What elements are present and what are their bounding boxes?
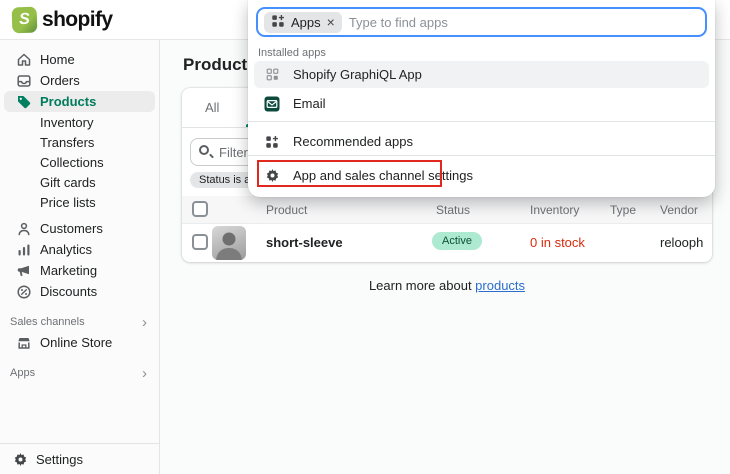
sidebar-item-online-store[interactable]: Online Store [4, 332, 155, 353]
product-thumbnail [212, 226, 246, 260]
sidebar-item-orders[interactable]: Orders [4, 70, 155, 91]
divider [248, 121, 715, 122]
apps-filter-pill[interactable]: Apps × [264, 11, 342, 33]
settings-gear-icon [12, 451, 28, 467]
online-store-icon [16, 335, 32, 351]
products-tag-icon [16, 94, 32, 110]
shopify-logo[interactable]: S shopify [11, 6, 113, 34]
gear-icon [264, 168, 280, 184]
vendor-cell: relooph [660, 235, 704, 250]
app-result-email[interactable]: Email [254, 90, 709, 117]
apps-grid-icon [264, 134, 280, 150]
email-icon [264, 96, 280, 112]
column-inventory: Inventory [530, 203, 580, 217]
marketing-icon [16, 263, 32, 279]
sidebar-item-gift-cards[interactable]: Gift cards [4, 172, 155, 192]
app-result-shopify-graphiql[interactable]: Shopify GraphiQL App [254, 61, 709, 88]
sidebar-item-marketing[interactable]: Marketing [4, 260, 155, 281]
footer-help-text: Learn more about products [368, 278, 526, 293]
row-checkbox[interactable] [192, 234, 208, 250]
sidebar-item-collections[interactable]: Collections [4, 152, 155, 172]
app-and-sales-channel-settings-item[interactable]: App and sales channel settings [254, 162, 709, 189]
customers-icon [16, 221, 32, 237]
sidebar-item-home[interactable]: Home [4, 49, 155, 70]
app-search-input[interactable] [348, 14, 699, 30]
sidebar-item-products[interactable]: Products [4, 91, 155, 112]
sidebar-item-price-lists[interactable]: Price lists [4, 192, 155, 212]
status-badge: Active [432, 232, 482, 250]
column-vendor: Vendor [660, 203, 699, 217]
shopify-bag-icon: S [11, 6, 38, 34]
orders-icon [16, 73, 32, 89]
shopify-wordmark: shopify [42, 8, 113, 31]
apps-section-header[interactable]: Apps › [0, 363, 159, 383]
search-popover: Apps × Installed apps Shopify GraphiQL A… [248, 0, 715, 197]
chevron-right-icon: › [142, 364, 147, 382]
column-product: Product [266, 203, 308, 217]
column-status: Status [436, 203, 471, 217]
sidebar-item-settings[interactable]: Settings [0, 443, 159, 474]
sidebar-item-inventory[interactable]: Inventory [4, 112, 155, 132]
sidebar-item-transfers[interactable]: Transfers [4, 132, 155, 152]
search-icon [199, 145, 209, 155]
sidebar: Home Orders Products Inventory Transfers… [0, 40, 160, 474]
page-title: Products [183, 55, 257, 74]
analytics-icon [16, 242, 32, 258]
sidebar-item-customers[interactable]: Customers [4, 218, 155, 239]
divider [248, 155, 715, 156]
table-header: Product Status Inventory Type Vendor [182, 196, 712, 224]
discounts-icon [16, 284, 32, 300]
tab-all[interactable]: All [188, 88, 236, 127]
close-icon[interactable]: × [327, 15, 335, 29]
global-search-box[interactable]: Apps × [256, 7, 707, 37]
inventory-cell: 0 in stock [530, 235, 585, 250]
apps-grid-icon [271, 14, 285, 31]
app-icon [264, 67, 280, 83]
sidebar-item-discounts[interactable]: Discounts [4, 281, 155, 302]
product-name[interactable]: short-sleeve [266, 235, 343, 250]
select-all-checkbox[interactable] [192, 201, 208, 217]
recommended-apps-item[interactable]: Recommended apps [254, 128, 709, 155]
chevron-right-icon: › [142, 313, 147, 331]
sidebar-item-analytics[interactable]: Analytics [4, 239, 155, 260]
sales-channels-section-header[interactable]: Sales channels › [0, 312, 159, 332]
installed-apps-label: Installed apps [258, 47, 326, 59]
products-help-link[interactable]: products [475, 278, 525, 293]
column-type: Type [610, 203, 637, 217]
table-row[interactable]: short-sleeve Active 0 in stock relooph [182, 224, 712, 262]
home-icon [16, 52, 32, 68]
